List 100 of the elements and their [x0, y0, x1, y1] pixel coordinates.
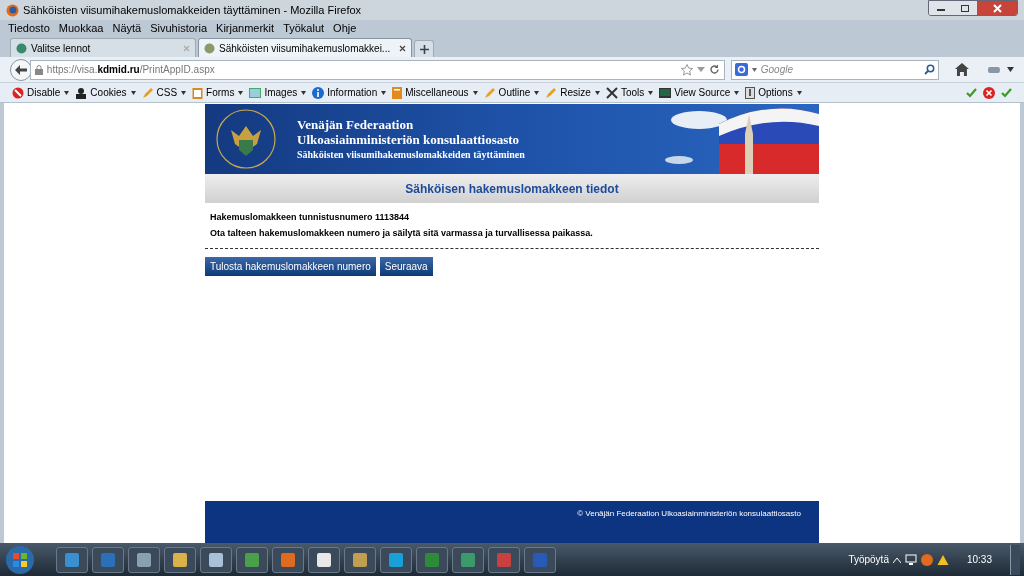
dropdown-icon[interactable] — [1007, 67, 1014, 72]
url-text: https://visa.kdmid.ru/PrintAppID.aspx — [46, 63, 215, 77]
caret-icon — [534, 90, 540, 95]
plus-icon — [419, 44, 429, 54]
toolbar-menu[interactable]: Outline — [483, 85, 540, 100]
copyright-text: © Venäjän Federaation Ulkoasiainministeriön konsulaattiosasto — [577, 508, 801, 520]
info-icon — [312, 86, 325, 99]
toolbar-label: Tools — [620, 86, 645, 100]
taskbar-app[interactable] — [200, 546, 232, 573]
toolbar-label: Resize — [560, 86, 591, 100]
toolbar-menu[interactable]: Information — [312, 85, 387, 100]
reload-icon[interactable] — [708, 64, 720, 75]
back-arrow-icon — [14, 64, 27, 75]
maximize-button[interactable] — [953, 1, 977, 15]
caret-icon — [181, 90, 187, 95]
toolbar-label: Forms — [206, 86, 235, 100]
emblem-drawing — [215, 108, 277, 170]
minimize-button[interactable] — [929, 1, 953, 15]
section-heading: Sähköisen hakemuslomakkeen tiedot — [405, 180, 619, 198]
chevron-icon[interactable] — [892, 556, 901, 563]
browser-tab[interactable]: Sähköisten viisumihakemuslomakkei... — [198, 38, 412, 57]
menu-item[interactable]: Muokkaa — [58, 20, 104, 37]
toolbar-menu[interactable]: Miscellaneous — [392, 85, 478, 100]
lock-icon — [34, 64, 43, 75]
action-button[interactable]: Tulosta hakemuslomakkeen numero — [205, 257, 376, 276]
browser-tab[interactable]: Valitse lennot — [10, 38, 196, 57]
start-button-icon[interactable] — [4, 544, 36, 575]
address-field[interactable]: https://visa.kdmid.ru/PrintAppID.aspx — [29, 59, 725, 80]
menu-item[interactable]: Näytä — [112, 20, 142, 37]
menu-item[interactable]: Ohje — [333, 20, 357, 37]
clipboard-icon — [192, 86, 204, 99]
toolbar-menu[interactable]: Tools — [605, 85, 654, 100]
star-icon[interactable] — [680, 63, 693, 76]
action-button[interactable]: Seuraava — [379, 257, 433, 276]
search-input[interactable]: Google — [760, 62, 921, 77]
dropdown-icon[interactable] — [751, 67, 757, 72]
desktop-label[interactable]: Työpöytä — [848, 552, 889, 567]
toolbar-label: CSS — [156, 86, 178, 100]
firefox-logo-icon — [6, 3, 19, 17]
close-icon[interactable] — [399, 44, 406, 52]
tab-label: Valitse lennot — [31, 41, 92, 55]
menu-item[interactable]: Sivuhistoria — [150, 20, 208, 37]
banner-subtitle: Sähköisten viisumihakemuslomakkeiden täyttäminen — [297, 147, 525, 162]
options-icon — [745, 86, 756, 99]
taskbar-app[interactable] — [344, 546, 376, 573]
toolbar-menu[interactable]: Resize — [545, 85, 600, 100]
taskbar-app[interactable] — [308, 546, 340, 573]
search-field[interactable]: Google — [730, 59, 940, 80]
pencil-icon — [141, 86, 154, 99]
toolbar-menu[interactable]: Cookies — [75, 85, 136, 100]
toolbar-menu[interactable]: Forms — [192, 85, 244, 100]
checkmark-icon — [1001, 87, 1012, 98]
banner-title: Ulkoasiainministeriön konsulaattiosasto — [297, 131, 521, 147]
caret-icon — [734, 90, 740, 95]
caret-icon — [472, 90, 478, 95]
toolbar-menu[interactable]: Options — [745, 85, 802, 100]
search-icon[interactable] — [924, 64, 936, 75]
toolbar-label: Options — [758, 86, 793, 100]
prohibited-icon — [12, 86, 24, 99]
toolbar-menu[interactable]: Disable — [12, 85, 70, 100]
network-icon[interactable] — [904, 554, 917, 565]
back-button[interactable] — [10, 58, 32, 81]
instruction-text: Ota talteen hakemuslomakkeen numero ja säilytä sitä varmassa ja turvallisessa paikassa. — [210, 226, 594, 240]
close-button[interactable] — [977, 1, 1017, 15]
show-desktop-button[interactable] — [1010, 544, 1020, 575]
toolbar-label: Disable — [27, 86, 61, 100]
caret-icon — [796, 90, 802, 95]
caret-icon — [64, 90, 70, 95]
clock[interactable]: 10:33 — [952, 552, 1006, 567]
taskbar-app[interactable] — [164, 546, 196, 573]
menu-item[interactable]: Kirjanmerkit — [216, 20, 275, 37]
caret-icon — [238, 90, 244, 95]
person-icon — [75, 86, 88, 99]
window-title: Sähköisten viisumihakemuslomakkeiden täyttäminen - Mozilla Firefox — [23, 2, 362, 18]
toolbar-menu[interactable]: Images — [249, 85, 307, 100]
menu-item[interactable]: Työkalut — [283, 20, 325, 37]
warning-flag-icon[interactable] — [936, 553, 949, 566]
menu-item[interactable]: Tiedosto — [8, 20, 50, 37]
caret-icon — [130, 90, 136, 95]
taskbar-app[interactable] — [128, 546, 160, 573]
image-icon — [249, 87, 262, 98]
pencil-icon — [483, 86, 496, 99]
toolbar-label: Images — [264, 86, 298, 100]
tray-app-icon[interactable] — [920, 553, 933, 566]
toolbar-menu[interactable]: View Source — [659, 85, 740, 100]
monitor-icon — [659, 87, 672, 98]
close-icon — [992, 3, 1002, 13]
checkmark-icon — [966, 87, 977, 98]
home-icon[interactable] — [955, 63, 970, 76]
toolbar-label: Miscellaneous — [405, 86, 469, 100]
toolbar-menu[interactable]: CSS — [141, 85, 187, 100]
banner-title: Venäjän Federaation — [297, 116, 415, 132]
search-engine-icon — [734, 63, 748, 76]
new-tab-button[interactable] — [414, 40, 434, 57]
toolbar-label: Information — [327, 86, 378, 100]
caret-icon — [648, 90, 654, 95]
toolbar-label: Cookies — [90, 86, 127, 100]
tab-label: Sähköisten viisumihakemuslomakkei... — [219, 41, 392, 55]
taskbar-app[interactable] — [380, 546, 412, 573]
application-number: Hakemuslomakkeen tunnistusnumero 1113844 — [210, 211, 411, 224]
